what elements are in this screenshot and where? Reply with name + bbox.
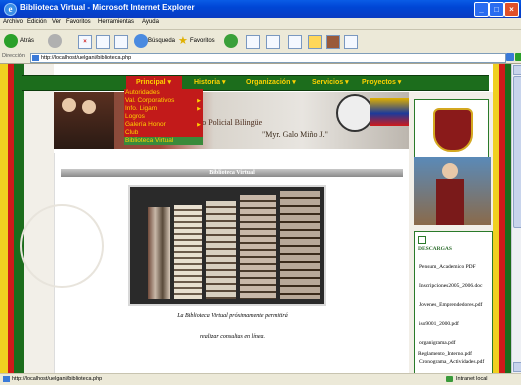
favorites-label[interactable]: Favoritos <box>190 38 215 44</box>
dropdown-club[interactable]: Club <box>124 129 203 137</box>
flag-icon <box>370 98 409 126</box>
address-url: http://localhost/uelgani/biblioteca.php <box>41 55 132 61</box>
dropdown-biblioteca-virtual[interactable]: Biblioteca Virtual <box>124 137 203 145</box>
download-link-2[interactable]: Inscripciones2005_2006.doc <box>419 283 482 289</box>
nav-servicios[interactable]: Servicios ▾ <box>312 78 349 86</box>
download-link-7[interactable]: Reglamento_Interno.pdf <box>418 351 472 357</box>
submenu-arrow-icon: ▶ <box>197 98 201 104</box>
downloads-title: DESCARGAS <box>418 246 452 252</box>
principal-dropdown: Autoridades Val. Corporativos ▶ Info. Lig… <box>124 89 203 160</box>
left-stripe-green <box>14 64 24 373</box>
caption-line-2: realizar consultas en línea. <box>199 334 266 340</box>
window-title: Biblioteca Virtual - Microsoft Internet … <box>20 3 195 12</box>
left-stripe-yellow <box>0 64 8 373</box>
search-label[interactable]: Búsqueda <box>148 38 175 44</box>
bookshelf-far-right <box>280 191 320 299</box>
police-seal-icon <box>336 94 374 132</box>
nav-proyectos[interactable]: Proyectos ▾ <box>362 78 401 86</box>
main-nav: Principal ▾ Historia ▾ Organización ▾ Se… <box>22 75 489 91</box>
address-bar: Dirección http://localhost/uelgani/bibli… <box>0 52 521 64</box>
download-link-3[interactable]: Jovenes_Emprendedores.pdf <box>419 302 482 308</box>
research-icon[interactable] <box>344 35 358 49</box>
folder-icon[interactable] <box>308 35 322 49</box>
submenu-arrow-icon: ▶ <box>197 106 201 112</box>
content-frame: Biblioteca Virtual La Biblioteca Virtual… <box>54 153 411 373</box>
go-arrow-icon[interactable] <box>515 53 521 61</box>
edit-icon[interactable] <box>288 35 302 49</box>
menu-favoritos[interactable]: Favoritos <box>66 19 91 25</box>
address-dropdown-icon[interactable] <box>506 53 514 61</box>
back-label[interactable]: Atrás <box>20 38 34 44</box>
police-shield-icon <box>433 108 473 152</box>
history-icon[interactable] <box>224 34 238 48</box>
address-input[interactable]: http://localhost/uelgani/biblioteca.php <box>30 53 506 63</box>
menu-bar: Archivo Edición Ver Favoritos Herramient… <box>0 18 521 30</box>
nav-historia[interactable]: Historia ▾ <box>194 78 226 86</box>
back-arrow-icon[interactable] <box>4 34 18 48</box>
bookshelf-center <box>206 201 236 299</box>
download-link-4[interactable]: iso9001_2000.pdf <box>419 321 459 327</box>
download-link-6[interactable]: Cronograma_Actividades.pdf <box>419 359 484 365</box>
download-link-1[interactable]: Pensum_Academico PDF <box>419 264 476 270</box>
menu-edicion[interactable]: Edición <box>27 19 47 25</box>
ie-logo-icon: e <box>4 3 17 16</box>
dropdown-val-corporativos[interactable]: Val. Corporativos ▶ <box>124 97 203 105</box>
refresh-icon[interactable] <box>96 35 110 49</box>
menu-ayuda[interactable]: Ayuda <box>142 19 159 25</box>
header-banner: Liceo Policial Bilingüe "Myr. Galo Miño … <box>54 92 409 149</box>
guard-head <box>442 163 458 179</box>
scroll-down-icon[interactable] <box>513 362 521 372</box>
menu-ver[interactable]: Ver <box>52 19 61 25</box>
scroll-up-icon[interactable] <box>513 65 521 75</box>
bookshelf-right <box>240 195 276 299</box>
downloads-icon <box>418 236 426 244</box>
shield-box <box>414 99 489 159</box>
close-button[interactable]: × <box>504 2 519 17</box>
bookshelf-left <box>148 207 170 299</box>
cadet-head-2 <box>82 100 96 114</box>
messenger-icon[interactable] <box>326 35 340 49</box>
section-header: Biblioteca Virtual <box>61 169 403 177</box>
scroll-thumb[interactable] <box>513 76 521 228</box>
dropdown-logros[interactable]: Logros <box>124 113 203 121</box>
address-label: Dirección <box>2 53 25 59</box>
vertical-scrollbar[interactable] <box>511 64 521 373</box>
intranet-icon <box>446 376 453 382</box>
cadet-head-1 <box>62 98 76 112</box>
page-icon <box>32 55 39 61</box>
school-name: "Myr. Galo Miño J." <box>262 130 328 139</box>
guard-photo <box>414 157 491 225</box>
status-zone: Intranet local <box>456 376 488 382</box>
download-link-5[interactable]: organigrama.pdf <box>419 340 455 346</box>
search-icon[interactable] <box>134 34 148 48</box>
forward-arrow-icon[interactable] <box>48 34 62 48</box>
dropdown-galeria-honor[interactable]: Galería Honor ▶ <box>124 121 203 129</box>
dropdown-autoridades[interactable]: Autoridades <box>124 89 203 97</box>
library-photo <box>128 185 326 306</box>
nav-organizacion[interactable]: Organización ▾ <box>246 78 296 86</box>
stop-icon[interactable]: × <box>78 35 92 49</box>
menu-herramientas[interactable]: Herramientas <box>98 19 134 25</box>
status-bar: http://localhost/uelgani/biblioteca.php … <box>0 373 521 385</box>
title-bar: e Biblioteca Virtual - Microsoft Interne… <box>0 0 521 18</box>
status-text: http://localhost/uelgani/biblioteca.php <box>12 376 103 382</box>
submenu-arrow-icon: ▶ <box>197 122 201 128</box>
nav-principal[interactable]: Principal ▾ <box>126 76 182 90</box>
favorites-star-icon[interactable]: ★ <box>178 34 188 47</box>
toolbar: Atrás × Búsqueda ★ Favoritos <box>0 30 521 53</box>
status-page-icon <box>3 376 10 382</box>
dropdown-info-ligam[interactable]: Info. Ligam ▶ <box>124 105 203 113</box>
guard-uniform <box>436 179 464 225</box>
watermark-emblem <box>20 204 104 288</box>
menu-archivo[interactable]: Archivo <box>3 19 23 25</box>
web-page: Principal ▾ Historia ▾ Organización ▾ Se… <box>0 64 521 373</box>
home-icon[interactable] <box>114 35 128 49</box>
mail-icon[interactable] <box>246 35 260 49</box>
bookshelf-center-left <box>174 205 202 299</box>
caption-line-1: La Biblioteca Virtual próximamente permi… <box>177 313 288 319</box>
print-icon[interactable] <box>266 35 280 49</box>
maximize-button[interactable]: □ <box>489 2 504 17</box>
minimize-button[interactable]: _ <box>474 2 489 17</box>
